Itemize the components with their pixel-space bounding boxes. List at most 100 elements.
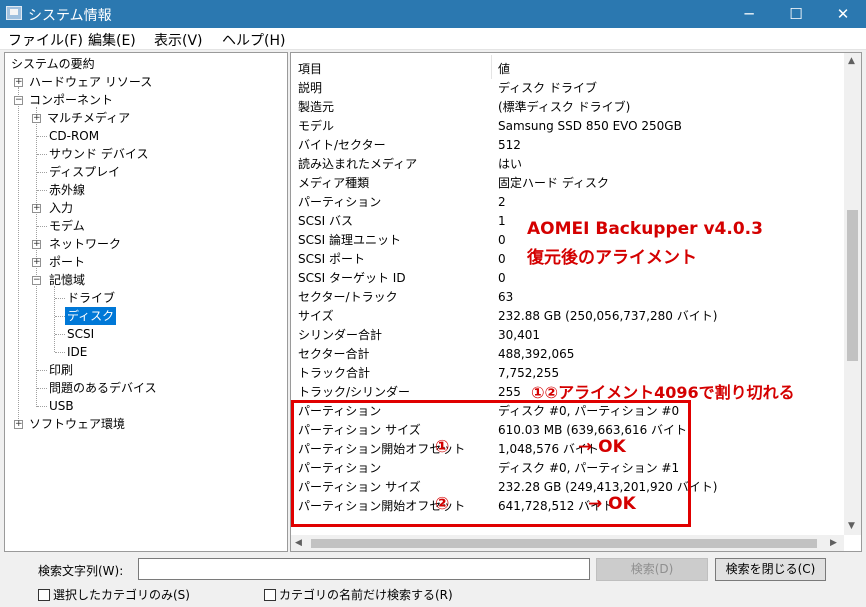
menu-bar: ファイル(F) 編集(E) 表示(V) ヘルプ(H) [0, 28, 866, 50]
column-header-item[interactable]: 項目 [298, 60, 322, 77]
minimize-button[interactable]: ─ [726, 0, 772, 28]
expand-icon[interactable]: + [14, 420, 23, 429]
tree-item-ide[interactable]: IDE [67, 343, 87, 361]
row-item-label: サイズ [298, 309, 334, 323]
menu-view[interactable]: 表示(V) [154, 30, 203, 50]
expand-icon[interactable]: + [32, 114, 41, 123]
close-search-button[interactable]: 検索を閉じる(C) [715, 558, 826, 581]
row-item-label: メディア種類 [298, 176, 370, 190]
row-item-label: トラック合計 [298, 366, 371, 380]
tree-connector [37, 154, 47, 155]
row-item-label: 製造元 [298, 100, 335, 114]
tree-item-problem-devices[interactable]: 問題のあるデバイス [49, 379, 157, 397]
row-value: 0 [498, 252, 506, 266]
horizontal-scrollbar[interactable]: ◀ ▶ [291, 535, 844, 551]
tree-item-sound-device[interactable]: サウンド デバイス [49, 145, 148, 163]
tree-connector [18, 87, 19, 425]
selected-category-checkbox[interactable] [38, 589, 50, 601]
expand-icon[interactable]: + [14, 78, 23, 87]
expand-icon[interactable]: + [32, 258, 41, 267]
search-label: 検索文字列(W): [38, 564, 124, 578]
row-item-label: SCSI バス [298, 214, 353, 228]
menu-file[interactable]: ファイル(F) [8, 30, 83, 50]
row-value: Samsung SSD 850 EVO 250GB [498, 119, 682, 133]
maximize-button[interactable]: ☐ [773, 0, 819, 28]
system-info-app-icon [6, 6, 22, 20]
tree-item-network[interactable]: ネットワーク [49, 235, 121, 253]
tree-connector [37, 190, 47, 191]
tree-connector [37, 406, 47, 407]
tree-item-display[interactable]: ディスプレイ [49, 163, 120, 181]
category-names-label: カテゴリの名前だけ検索する(R) [279, 588, 453, 602]
tree-item-ports[interactable]: ポート [49, 253, 85, 271]
tree-item-input[interactable]: 入力 [49, 199, 73, 217]
tree-connector [37, 172, 47, 173]
window-title: システム情報 [28, 8, 112, 24]
tree-item-storage[interactable]: 記憶域 [49, 271, 85, 289]
category-tree[interactable]: システムの要約 + ハードウェア リソース − コンポーネント + マルチメディ… [4, 52, 288, 552]
details-list[interactable]: 項目 値 説明 ディスク ドライブ 製造元 (標準ディスク ドライブ) モデル Samsu… [290, 52, 862, 552]
row-value: 1 [498, 214, 506, 228]
row-item-label: SCSI ポート [298, 252, 365, 266]
close-button[interactable]: ✕ [820, 0, 866, 28]
tree-item-scsi[interactable]: SCSI [67, 325, 94, 343]
tree-item-software-environment[interactable]: ソフトウェア環境 [29, 415, 125, 433]
annotation-alignment-note: ①②アライメント4096で割り切れる [531, 383, 795, 402]
row-value: (標準ディスク ドライブ) [498, 100, 631, 114]
collapse-icon[interactable]: − [14, 96, 23, 105]
tree-connector [55, 352, 65, 353]
row-value: 固定ハード ディスク [498, 176, 609, 190]
row-value: 488,392,065 [498, 347, 575, 361]
tree-item-drives[interactable]: ドライブ [67, 289, 115, 307]
tree-connector [55, 316, 65, 317]
row-value: 63 [498, 290, 514, 304]
tree-item-system-summary[interactable]: システムの要約 [11, 55, 95, 73]
horizontal-scroll-thumb[interactable] [311, 539, 817, 548]
tree-item-modem[interactable]: モデム [49, 217, 85, 235]
scroll-down-icon[interactable]: ▼ [848, 521, 855, 531]
vertical-scroll-thumb[interactable] [847, 210, 858, 361]
scroll-left-icon[interactable]: ◀ [295, 538, 302, 548]
row-item-label: セクター合計 [298, 347, 370, 361]
menu-edit[interactable]: 編集(E) [88, 30, 136, 50]
tree-connector [55, 298, 65, 299]
tree-item-printing[interactable]: 印刷 [49, 361, 73, 379]
annotation-title-line2: 復元後のアライメント [527, 248, 697, 268]
tree-item-disks[interactable]: ディスク [65, 307, 117, 325]
scroll-up-icon[interactable]: ▲ [848, 56, 855, 66]
row-value: 0 [498, 271, 506, 285]
tree-connector [54, 286, 55, 352]
row-value: 0 [498, 233, 506, 247]
tree-item-components[interactable]: コンポーネント [29, 91, 113, 109]
row-value: 512 [498, 138, 521, 152]
category-names-checkbox[interactable] [264, 589, 276, 601]
menu-help[interactable]: ヘルプ(H) [222, 30, 285, 50]
expand-icon[interactable]: + [32, 204, 41, 213]
scroll-right-icon[interactable]: ▶ [830, 538, 837, 548]
row-value: 2 [498, 195, 506, 209]
row-value: 30,401 [498, 328, 540, 342]
tree-item-hardware-resources[interactable]: ハードウェア リソース [29, 73, 152, 91]
selected-category-label: 選択したカテゴリのみ(S) [53, 588, 190, 602]
tree-connector [55, 334, 65, 335]
collapse-icon[interactable]: − [32, 276, 41, 285]
tree-item-usb[interactable]: USB [49, 397, 74, 415]
tree-connector [37, 136, 47, 137]
find-button[interactable]: 検索(D) [596, 558, 708, 581]
search-category-names-option[interactable]: カテゴリの名前だけ検索する(R) [264, 586, 453, 603]
search-input[interactable] [138, 558, 590, 580]
highlight-box [291, 400, 691, 527]
row-item-label: モデル [298, 119, 335, 133]
column-divider[interactable] [491, 55, 492, 79]
row-item-label: 説明 [298, 81, 323, 95]
tree-item-infrared[interactable]: 赤外線 [49, 181, 85, 199]
vertical-scrollbar[interactable]: ▲ ▼ [844, 53, 861, 535]
tree-connector [37, 370, 47, 371]
row-item-label: シリンダー合計 [298, 328, 383, 342]
column-header-value[interactable]: 値 [498, 60, 510, 77]
tree-item-multimedia[interactable]: マルチメディア [47, 109, 130, 127]
tree-item-cdrom[interactable]: CD-ROM [49, 127, 99, 145]
expand-icon[interactable]: + [32, 240, 41, 249]
search-selected-category-option[interactable]: 選択したカテゴリのみ(S) [38, 586, 190, 603]
row-item-label: バイト/セクター [298, 138, 386, 152]
